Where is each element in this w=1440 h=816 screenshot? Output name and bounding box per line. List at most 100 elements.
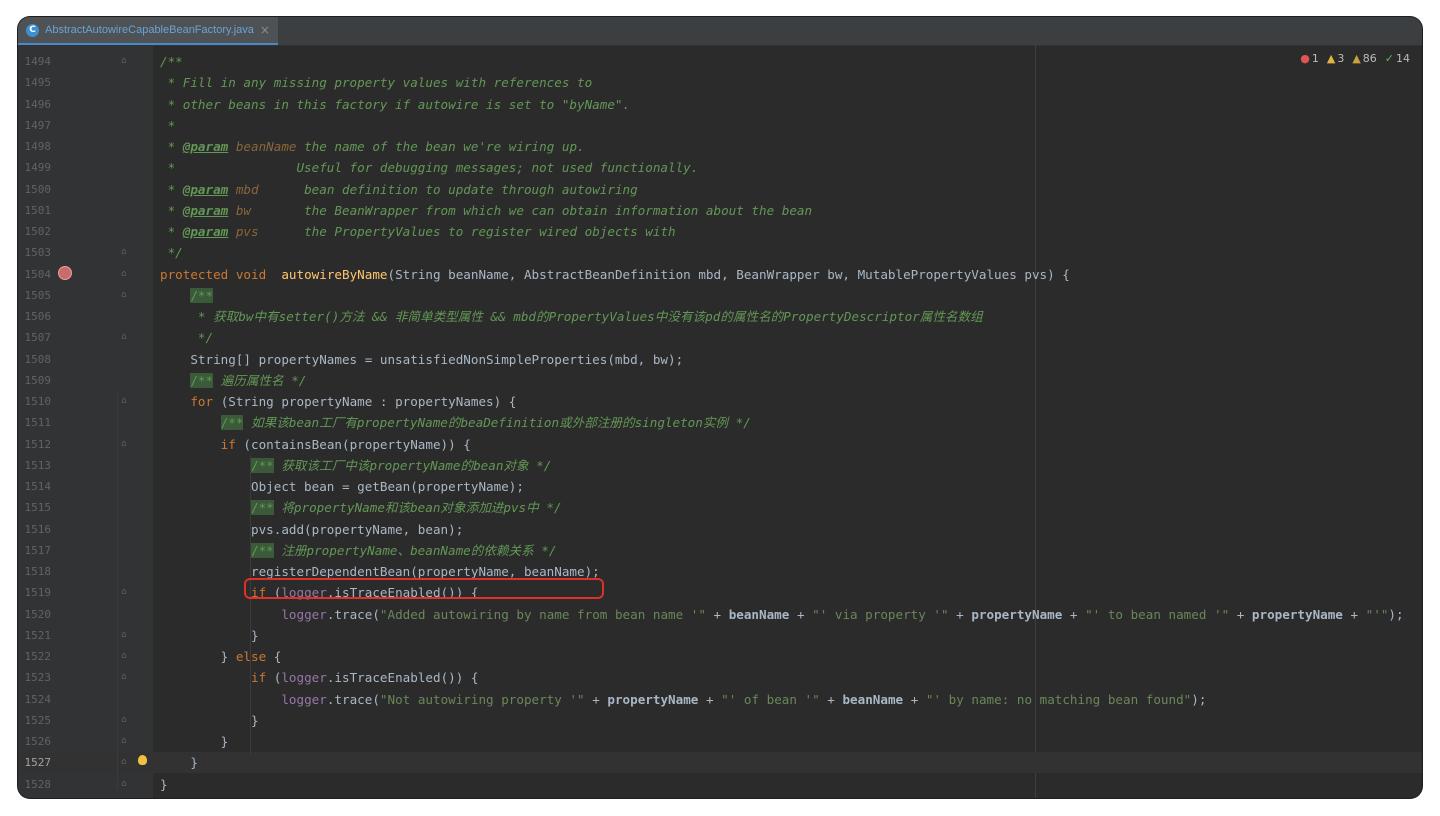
code-text[interactable]: if (logger.isTraceEnabled()) {	[160, 667, 479, 688]
code-line[interactable]: 1496 * other beans in this factory if au…	[18, 94, 1422, 115]
code-line[interactable]: 1506 * 获取bw中有setter()方法 && 非简单类型属性 && mb…	[18, 306, 1422, 327]
code-line[interactable]: 1498 * @param beanName the name of the b…	[18, 136, 1422, 157]
line-number[interactable]: 1525	[18, 710, 52, 731]
line-number[interactable]: 1512	[18, 434, 52, 455]
fold-marker-icon[interactable]: ⌂	[120, 290, 128, 300]
line-number[interactable]: 1524	[18, 689, 52, 710]
line-number[interactable]: 1519	[18, 582, 52, 603]
code-text[interactable]: /** 获取该工厂中该propertyName的bean对象 */	[160, 455, 551, 476]
lightbulb-icon[interactable]	[138, 755, 147, 765]
fold-marker-icon[interactable]: ⌂	[120, 332, 128, 342]
line-number[interactable]: 1498	[18, 136, 52, 157]
fold-marker-icon[interactable]: ⌂	[120, 247, 128, 257]
line-number[interactable]: 1528	[18, 774, 52, 795]
line-number[interactable]: 1518	[18, 561, 52, 582]
code-line[interactable]: 1521 ⌂ }	[18, 625, 1422, 646]
line-number[interactable]: 1513	[18, 455, 52, 476]
fold-marker-icon[interactable]: ⌂	[120, 779, 128, 789]
code-text[interactable]: pvs.add(propertyName, bean);	[160, 519, 463, 540]
line-number[interactable]: 1508	[18, 349, 52, 370]
line-number[interactable]: 1496	[18, 94, 52, 115]
code-line[interactable]: 1514 Object bean = getBean(propertyName)…	[18, 476, 1422, 497]
code-text[interactable]: }	[160, 774, 168, 795]
close-icon[interactable]: ×	[260, 23, 270, 37]
code-line[interactable]: 1518 registerDependentBean(propertyName,…	[18, 561, 1422, 582]
code-line[interactable]: 1508 String[] propertyNames = unsatisfie…	[18, 349, 1422, 370]
code-line[interactable]: 1512 ⌂ if (containsBean(propertyName)) {	[18, 434, 1422, 455]
code-text[interactable]: }	[160, 731, 229, 752]
code-text[interactable]: /** 如果该bean工厂有propertyName的beaDefinition…	[160, 412, 751, 433]
code-text[interactable]: Object bean = getBean(propertyName);	[160, 476, 524, 497]
code-text[interactable]: logger.trace("Added autowiring by name f…	[160, 604, 1403, 625]
code-text[interactable]: /**	[160, 51, 183, 72]
line-number[interactable]: 1505	[18, 285, 52, 306]
code-line[interactable]: 1505 ⌂ /**	[18, 285, 1422, 306]
code-text[interactable]: * Useful for debugging messages; not use…	[160, 157, 699, 178]
code-line[interactable]: 1527 ⌂ }	[18, 752, 1422, 774]
line-number[interactable]: 1517	[18, 540, 52, 561]
line-number[interactable]: 1507	[18, 327, 52, 348]
fold-marker-icon[interactable]: ⌂	[120, 715, 128, 725]
code-line[interactable]: 1501 * @param bw the BeanWrapper from wh…	[18, 200, 1422, 221]
code-text[interactable]: /** 注册propertyName、beanName的依赖关系 */	[160, 540, 556, 561]
line-number[interactable]: 1497	[18, 115, 52, 136]
line-number[interactable]: 1522	[18, 646, 52, 667]
code-text[interactable]: /** 将propertyName和该bean对象添加进pvs中 */	[160, 497, 561, 518]
line-number[interactable]: 1502	[18, 221, 52, 242]
fold-marker-icon[interactable]: ⌂	[120, 651, 128, 661]
code-line[interactable]: 1502 * @param pvs the PropertyValues to …	[18, 221, 1422, 242]
line-number[interactable]: 1506	[18, 306, 52, 327]
code-line[interactable]: 1510 ⌂ for (String propertyName : propert…	[18, 391, 1422, 412]
code-line[interactable]: 1515 /** 将propertyName和该bean对象添加进pvs中 */	[18, 497, 1422, 518]
tab-abstract-autowire-capable-bean-factory[interactable]: C AbstractAutowireCapableBeanFactory.jav…	[18, 17, 278, 45]
line-number[interactable]: 1494	[18, 51, 52, 72]
code-text[interactable]: * 获取bw中有setter()方法 && 非简单类型属性 && mbd的Pro…	[160, 306, 983, 327]
fold-marker-icon[interactable]: ⌂	[120, 269, 128, 279]
line-number[interactable]: 1515	[18, 497, 52, 518]
fold-marker-icon[interactable]: ⌂	[120, 396, 128, 406]
code-text[interactable]: * other beans in this factory if autowir…	[160, 94, 631, 115]
code-line[interactable]: 1523 ⌂ if (logger.isTraceEnabled()) {	[18, 667, 1422, 688]
fold-marker-icon[interactable]: ⌂	[120, 757, 128, 767]
code-line[interactable]: 1524 logger.trace("Not autowiring proper…	[18, 689, 1422, 710]
code-text[interactable]: } else {	[160, 646, 282, 667]
fold-marker-icon[interactable]: ⌂	[120, 736, 128, 746]
code-line[interactable]: 1517 /** 注册propertyName、beanName的依赖关系 */	[18, 540, 1422, 561]
line-number[interactable]: 1504	[18, 264, 52, 285]
line-number[interactable]: 1511	[18, 412, 52, 433]
line-number[interactable]: 1523	[18, 667, 52, 688]
code-line[interactable]: 1504 ⌂ protected void autowireByName(Strin…	[18, 264, 1422, 285]
line-number[interactable]: 1499	[18, 157, 52, 178]
fold-marker-icon[interactable]: ⌂	[120, 56, 128, 66]
code-text[interactable]: * @param mbd bean definition to update t…	[160, 179, 638, 200]
code-text[interactable]: * Fill in any missing property values wi…	[160, 72, 593, 93]
code-text[interactable]: * @param bw the BeanWrapper from which w…	[160, 200, 813, 221]
code-text[interactable]: */	[160, 327, 213, 348]
code-line[interactable]: 1494 ⌂ /**	[18, 51, 1422, 72]
code-text[interactable]: */	[160, 242, 183, 263]
code-line[interactable]: 1499 * Useful for debugging messages; no…	[18, 157, 1422, 178]
code-line[interactable]: 1511 /** 如果该bean工厂有propertyName的beaDefin…	[18, 412, 1422, 433]
line-number[interactable]: 1521	[18, 625, 52, 646]
code-line[interactable]: 1495 * Fill in any missing property valu…	[18, 72, 1422, 93]
line-number[interactable]: 1509	[18, 370, 52, 391]
code-editor[interactable]: ● 1 ▲ 3 ▲ 86 ✓ 14 1494 ⌂/** 1495 * Fill in any…	[18, 45, 1422, 798]
code-text[interactable]: }	[160, 752, 198, 773]
code-line[interactable]: 1525 ⌂ }	[18, 710, 1422, 731]
code-line[interactable]: 1513 /** 获取该工厂中该propertyName的bean对象 */	[18, 455, 1422, 476]
code-text[interactable]: }	[160, 710, 259, 731]
code-text[interactable]: /** 遍历属性名 */	[160, 370, 306, 391]
code-text[interactable]: }	[160, 625, 259, 646]
line-number[interactable]: 1495	[18, 72, 52, 93]
code-line[interactable]: 1516 pvs.add(propertyName, bean);	[18, 519, 1422, 540]
code-text[interactable]: * @param beanName the name of the bean w…	[160, 136, 585, 157]
code-line[interactable]: 1519 ⌂ if (logger.isTraceEnabled()) {	[18, 582, 1422, 603]
line-number[interactable]: 1503	[18, 242, 52, 263]
code-text[interactable]: logger.trace("Not autowiring property '"…	[160, 689, 1206, 710]
line-number[interactable]: 1510	[18, 391, 52, 412]
line-number[interactable]: 1514	[18, 476, 52, 497]
code-text[interactable]: * @param pvs the PropertyValues to regis…	[160, 221, 676, 242]
code-line[interactable]: 1497 *	[18, 115, 1422, 136]
code-line[interactable]: 1520 logger.trace("Added autowiring by n…	[18, 604, 1422, 625]
code-text[interactable]: String[] propertyNames = unsatisfiedNonS…	[160, 349, 683, 370]
